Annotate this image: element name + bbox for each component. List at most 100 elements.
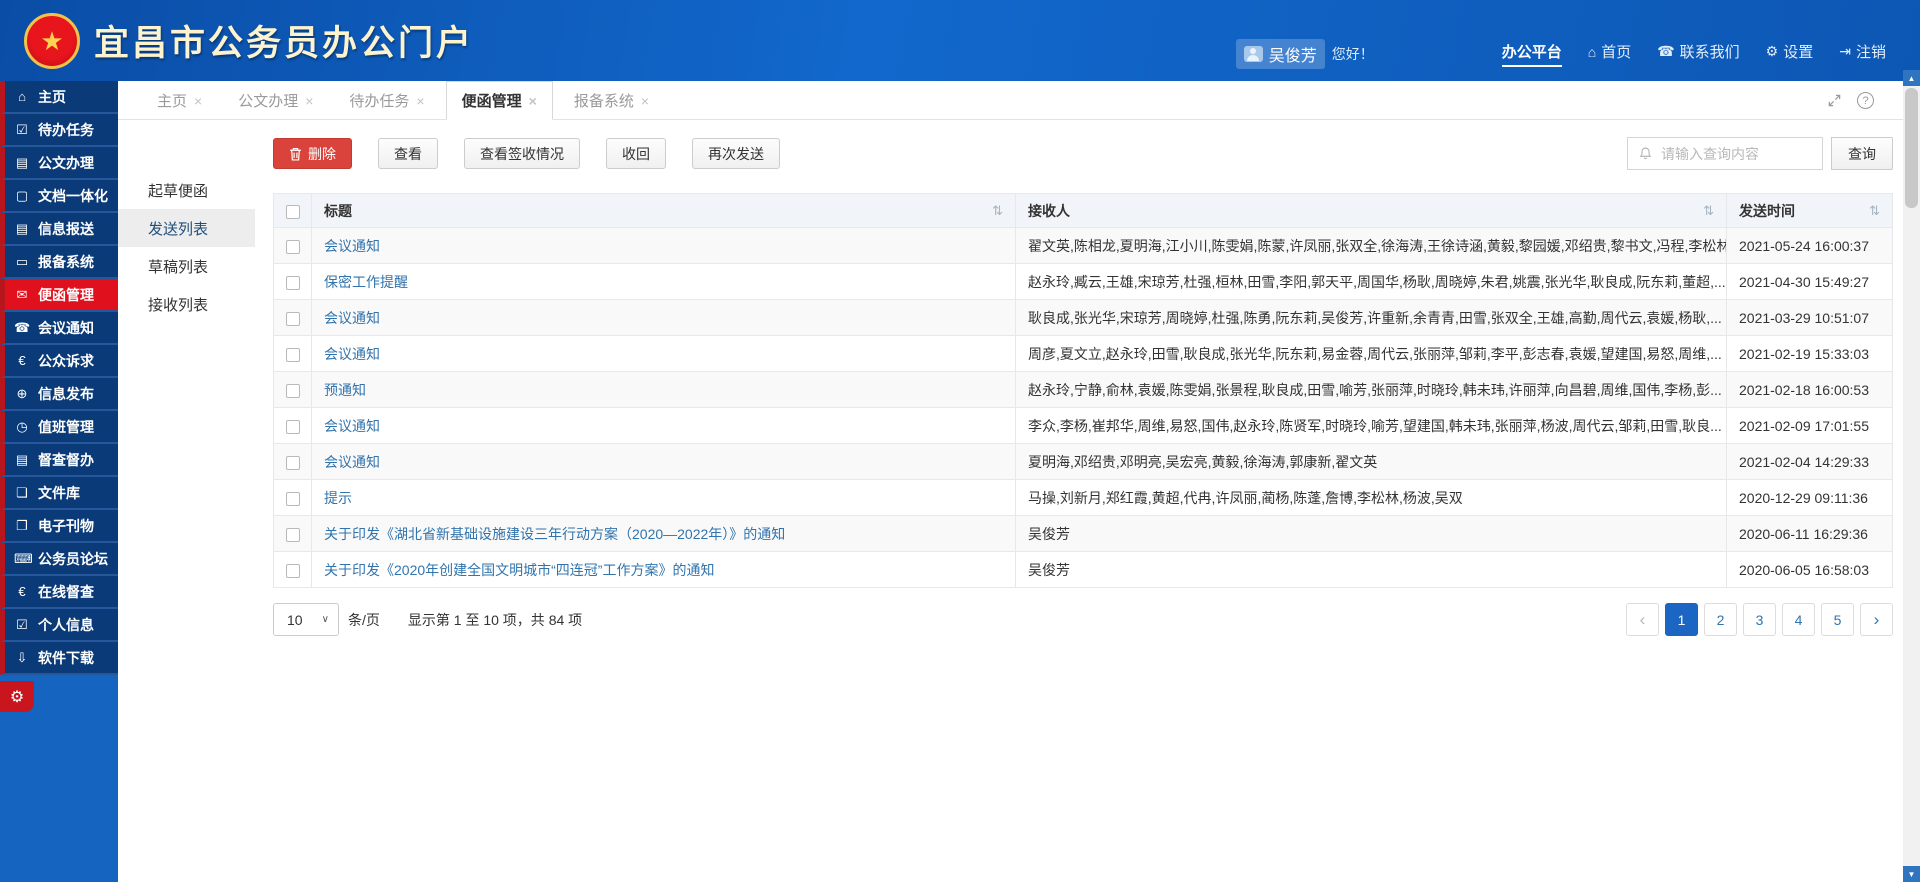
page-button-2[interactable]: 2 (1704, 603, 1737, 636)
row-checkbox[interactable] (286, 276, 300, 290)
help-icon[interactable]: ? (1857, 92, 1874, 109)
nav-item-settings[interactable]: ⚙ 设置 (1766, 41, 1814, 67)
memo-title-link[interactable]: 会议通知 (324, 418, 380, 434)
submenu-item-draft-memo[interactable]: 起草便函 (118, 171, 255, 209)
sidebar-item-personal-info[interactable]: ☑ 个人信息 (0, 609, 118, 642)
tab-todo-tasks[interactable]: 待办任务 × (334, 82, 439, 119)
memo-title-link[interactable]: 预通知 (324, 382, 366, 398)
table-row: 提示 马操,刘新月,郑红霞,黄超,代冉,许凤丽,蔺杨,陈蓬,詹博,李松林,杨波,… (274, 480, 1893, 516)
close-icon[interactable]: × (416, 93, 424, 109)
tab-document-handling[interactable]: 公文办理 × (223, 82, 328, 119)
phone-icon: ☎ (14, 320, 30, 336)
memo-title-link[interactable]: 会议通知 (324, 454, 380, 470)
scroll-up-button[interactable]: ▲ (1903, 70, 1920, 86)
page-button-5[interactable]: 5 (1821, 603, 1854, 636)
recall-button[interactable]: 收回 (606, 138, 666, 169)
close-icon[interactable]: × (305, 93, 313, 109)
column-header-title[interactable]: 标题 ⇅ (312, 194, 1016, 228)
sidebar-item-civil-servant-forum[interactable]: ⌨ 公务员论坛 (0, 543, 118, 576)
prev-page-button[interactable]: ‹ (1626, 603, 1659, 636)
nav-item-logout[interactable]: ⇥ 注销 (1839, 41, 1886, 67)
row-checkbox[interactable] (286, 456, 300, 470)
scroll-down-button[interactable]: ▼ (1903, 866, 1920, 882)
row-checkbox[interactable] (286, 348, 300, 362)
memo-title-link[interactable]: 关于印发《2020年创建全国文明城市“四连冠”工作方案》的通知 (324, 562, 714, 578)
close-icon[interactable]: × (194, 93, 202, 109)
sidebar-item-file-library[interactable]: ❏ 文件库 (0, 477, 118, 510)
row-checkbox[interactable] (286, 420, 300, 434)
tab-memo-management[interactable]: 便函管理 × (446, 81, 553, 120)
sidebar-item-info-submission[interactable]: ▤ 信息报送 (0, 213, 118, 246)
memo-title-link[interactable]: 会议通知 (324, 346, 380, 362)
row-checkbox[interactable] (286, 564, 300, 578)
user-greeting: 您好！ (1332, 44, 1374, 64)
sidebar-item-todo-tasks[interactable]: ☑ 待办任务 (0, 114, 118, 147)
table-row: 会议通知 耿良成,张光华,宋琼芳,周晓婷,杜强,陈勇,阮东莉,吴俊芳,许重新,余… (274, 300, 1893, 336)
select-all-checkbox[interactable] (286, 205, 300, 219)
expand-icon[interactable] (1827, 93, 1842, 108)
nav-item-home[interactable]: ⌂ 首页 (1588, 41, 1631, 67)
page-button-4[interactable]: 4 (1782, 603, 1815, 636)
scrollbar[interactable]: ▲ ▼ (1903, 70, 1920, 882)
row-checkbox[interactable] (286, 492, 300, 506)
gear-icon: ⚙ (10, 687, 24, 707)
submenu-item-draft-list[interactable]: 草稿列表 (118, 247, 255, 285)
tab-home[interactable]: 主页 × (142, 82, 217, 119)
close-icon[interactable]: × (529, 93, 537, 109)
sort-icon[interactable]: ⇅ (1703, 203, 1714, 219)
sidebar-item-software-download[interactable]: ⇩ 软件下载 (0, 642, 118, 675)
sidebar-item-home[interactable]: ⌂ 主页 (0, 81, 118, 114)
sidebar-item-public-appeal[interactable]: € 公众诉求 (0, 345, 118, 378)
sidebar-item-duty-management[interactable]: ◷ 值班管理 (0, 411, 118, 444)
sidebar-item-label: 主页 (38, 87, 66, 107)
sidebar-item-report-system[interactable]: ▭ 报备系统 (0, 246, 118, 279)
nav-label: 办公平台 (1502, 41, 1562, 62)
sidebar-item-document-integration[interactable]: ▢ 文档一体化 (0, 180, 118, 213)
sidebar-item-supervision[interactable]: ▤ 督查督办 (0, 444, 118, 477)
submenu-item-received-list[interactable]: 接收列表 (118, 285, 255, 323)
scrollbar-thumb[interactable] (1905, 88, 1918, 208)
column-header-send-time[interactable]: 发送时间 ⇅ (1727, 194, 1893, 228)
search-input[interactable] (1661, 146, 1812, 162)
sort-icon[interactable]: ⇅ (1869, 203, 1880, 219)
search-button[interactable]: 查询 (1831, 137, 1893, 170)
row-checkbox[interactable] (286, 528, 300, 542)
sidebar-item-info-publish[interactable]: ⊕ 信息发布 (0, 378, 118, 411)
delete-button[interactable]: 删除 (273, 138, 352, 169)
sidebar-settings-gear[interactable]: ⚙ (0, 681, 34, 712)
page-button-1[interactable]: 1 (1665, 603, 1698, 636)
memo-title-link[interactable]: 会议通知 (324, 238, 380, 254)
sidebar-item-online-inspection[interactable]: € 在线督查 (0, 576, 118, 609)
memo-title-link[interactable]: 保密工作提醒 (324, 274, 408, 290)
sidebar-item-document-handling[interactable]: ▤ 公文办理 (0, 147, 118, 180)
row-checkbox[interactable] (286, 240, 300, 254)
memo-submenu: 起草便函 发送列表 草稿列表 接收列表 (118, 120, 255, 882)
submenu-item-sent-list[interactable]: 发送列表 (118, 209, 255, 247)
user-name: 吴俊芳 (1269, 42, 1317, 66)
view-button[interactable]: 查看 (378, 138, 438, 169)
page-button-3[interactable]: 3 (1743, 603, 1776, 636)
page-size-select[interactable]: 10 ∨ (273, 603, 339, 636)
sidebar-item-memo-management[interactable]: ✉ 便函管理 (0, 279, 118, 312)
nav-item-office-platform[interactable]: 办公平台 (1502, 41, 1562, 67)
nav-item-contact-us[interactable]: ☎ 联系我们 (1657, 41, 1739, 67)
tab-report-system[interactable]: 报备系统 × (559, 82, 664, 119)
memo-title-link[interactable]: 关于印发《湖北省新基础设施建设三年行动方案（2020—2022年）》的通知 (324, 526, 785, 542)
resend-button[interactable]: 再次发送 (692, 138, 780, 169)
sidebar-item-e-publications[interactable]: ❐ 电子刊物 (0, 510, 118, 543)
view-receipt-button[interactable]: 查看签收情况 (464, 138, 580, 169)
sidebar-item-label: 报备系统 (38, 252, 94, 272)
sidebar-item-label: 文件库 (38, 483, 80, 503)
column-header-recipients[interactable]: 接收人 ⇅ (1016, 194, 1727, 228)
memo-title-link[interactable]: 提示 (324, 490, 352, 506)
recipients-cell: 李众,李杨,崔邦华,周维,易怒,国伟,赵永玲,陈贤军,时晓玲,喻芳,望建国,韩未… (1016, 408, 1727, 444)
table-row: 关于印发《2020年创建全国文明城市“四连冠”工作方案》的通知 吴俊芳 2020… (274, 552, 1893, 588)
row-checkbox[interactable] (286, 312, 300, 326)
memo-title-link[interactable]: 会议通知 (324, 310, 380, 326)
next-page-button[interactable]: › (1860, 603, 1893, 636)
sort-icon[interactable]: ⇅ (992, 203, 1003, 219)
close-icon[interactable]: × (641, 93, 649, 109)
sidebar-item-meeting-notice[interactable]: ☎ 会议通知 (0, 312, 118, 345)
sidebar: ⌂ 主页 ☑ 待办任务 ▤ 公文办理 ▢ 文档一体化 ▤ 信息报送 ▭ 报备系统… (0, 81, 118, 882)
row-checkbox[interactable] (286, 384, 300, 398)
